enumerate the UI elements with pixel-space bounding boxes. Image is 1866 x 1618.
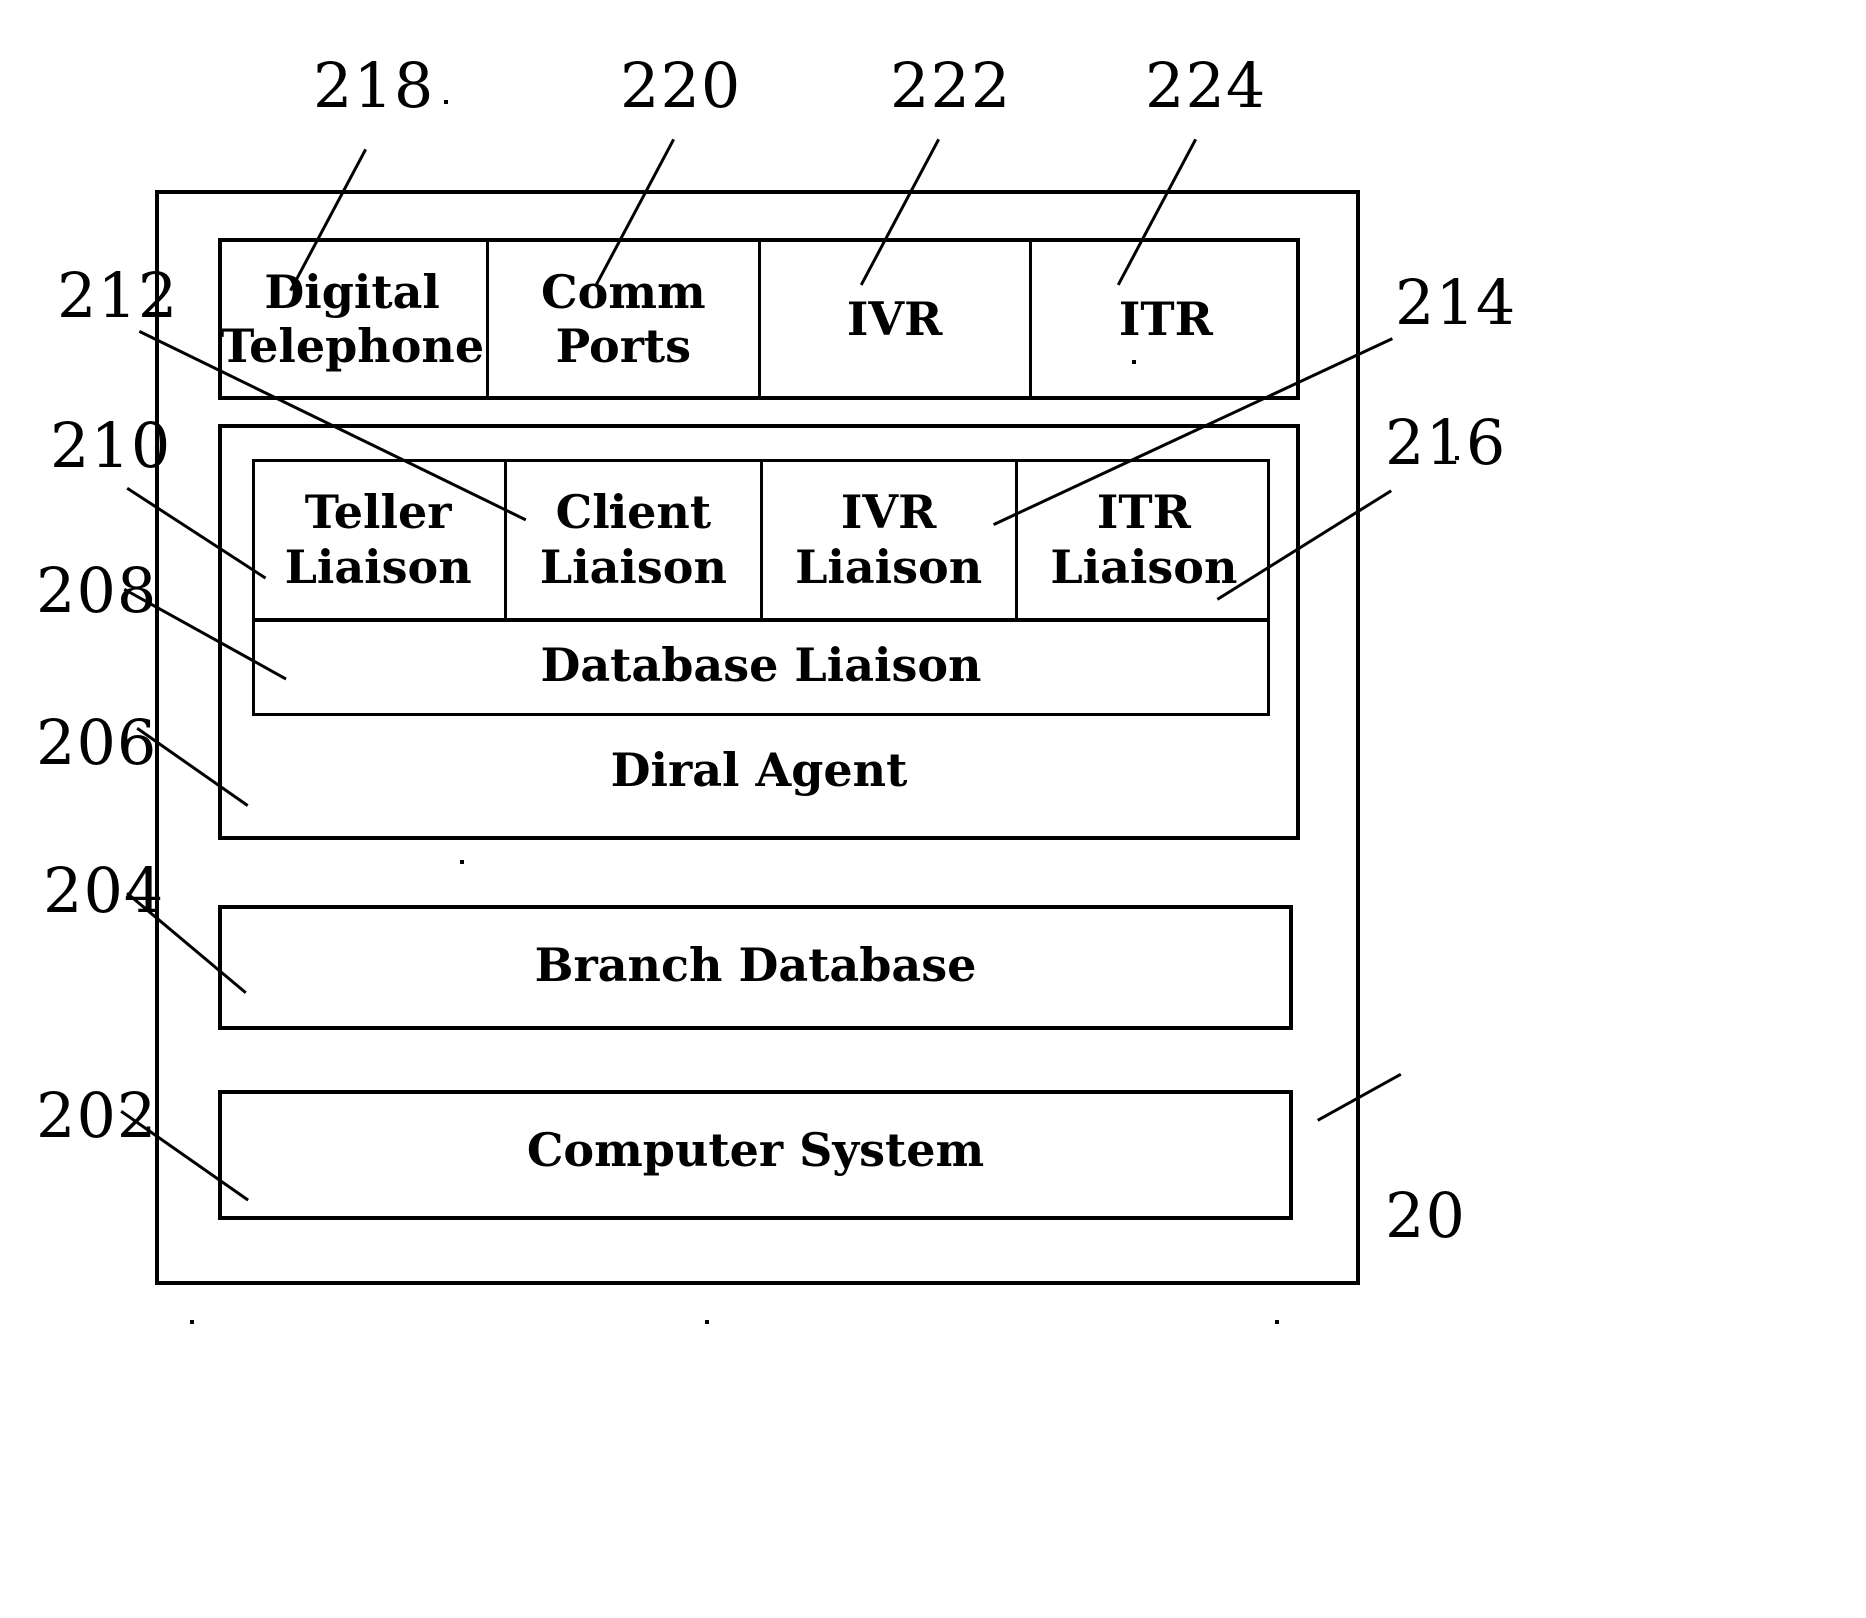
liaison-cell-ivr[interactable]: IVR Liaison xyxy=(763,459,1018,620)
liaison-cell-client-line1: Client xyxy=(555,485,712,540)
scan-speck xyxy=(1132,360,1136,364)
branch-database-label: Branch Database xyxy=(534,938,977,992)
patent-figure: 218 220 222 224 20 Digital Telephone Com… xyxy=(0,0,1866,1618)
scan-speck xyxy=(190,1320,194,1324)
liaison-cell-itr[interactable]: ITR Liaison xyxy=(1018,459,1270,620)
ref-206: 206 xyxy=(36,706,158,779)
ref-218: 218 xyxy=(313,49,435,122)
top-cell-comm-ports[interactable]: Comm Ports xyxy=(489,238,761,400)
ref-20: 20 xyxy=(1385,1179,1466,1252)
computer-system-label: Computer System xyxy=(526,1123,985,1177)
liaison-cell-client[interactable]: Client Liaison xyxy=(507,459,763,620)
scan-speck xyxy=(705,1320,709,1324)
top-cell-ivr[interactable]: IVR xyxy=(761,238,1032,400)
top-cell-comm-ports-line2: Ports xyxy=(555,319,692,373)
diral-agent-label: Diral Agent xyxy=(610,743,908,797)
top-interface-row: Digital Telephone Comm Ports IVR ITR xyxy=(218,238,1300,400)
liaison-divider xyxy=(252,618,1270,622)
liaison-cell-ivr-line2: Liaison xyxy=(795,539,983,594)
liaison-cell-teller-line1: Teller xyxy=(304,485,452,540)
ref-214: 214 xyxy=(1395,266,1517,339)
scan-speck xyxy=(1275,1320,1279,1324)
scan-speck xyxy=(460,860,464,864)
top-cell-itr-label: ITR xyxy=(1118,291,1213,346)
top-cell-digital-telephone[interactable]: Digital Telephone xyxy=(218,238,490,400)
liaison-cell-ivr-line1: IVR xyxy=(840,485,937,540)
ref-220: 220 xyxy=(620,49,742,122)
top-cell-comm-ports-line1: Comm xyxy=(541,264,706,319)
liaison-cell-row: Teller Liaison Client Liaison IVR Liaiso… xyxy=(252,459,1270,620)
top-cell-digital-telephone-line2: Telephone xyxy=(220,319,485,373)
database-liaison-label: Database Liaison xyxy=(540,638,982,692)
ref-212: 212 xyxy=(57,259,179,332)
ref-204: 204 xyxy=(43,854,165,927)
liaison-cell-itr-line1: ITR xyxy=(1096,485,1191,540)
liaison-cell-client-line2: Liaison xyxy=(539,539,727,594)
top-cell-ivr-label: IVR xyxy=(846,291,943,346)
scan-speck xyxy=(610,505,614,509)
ref-202: 202 xyxy=(36,1079,158,1152)
scan-speck xyxy=(1455,456,1459,460)
liaison-cell-teller[interactable]: Teller Liaison xyxy=(252,459,508,620)
liaison-cell-itr-line2: Liaison xyxy=(1050,539,1238,594)
scan-speck xyxy=(444,100,448,104)
ref-208: 208 xyxy=(36,554,158,627)
ref-210: 210 xyxy=(50,409,172,482)
ref-224: 224 xyxy=(1145,49,1267,122)
liaison-cell-teller-line2: Liaison xyxy=(284,539,472,594)
ref-216: 216 xyxy=(1385,406,1507,479)
top-cell-itr[interactable]: ITR xyxy=(1032,238,1300,400)
top-cell-digital-telephone-line1: Digital xyxy=(264,264,440,319)
ref-222: 222 xyxy=(890,49,1012,122)
